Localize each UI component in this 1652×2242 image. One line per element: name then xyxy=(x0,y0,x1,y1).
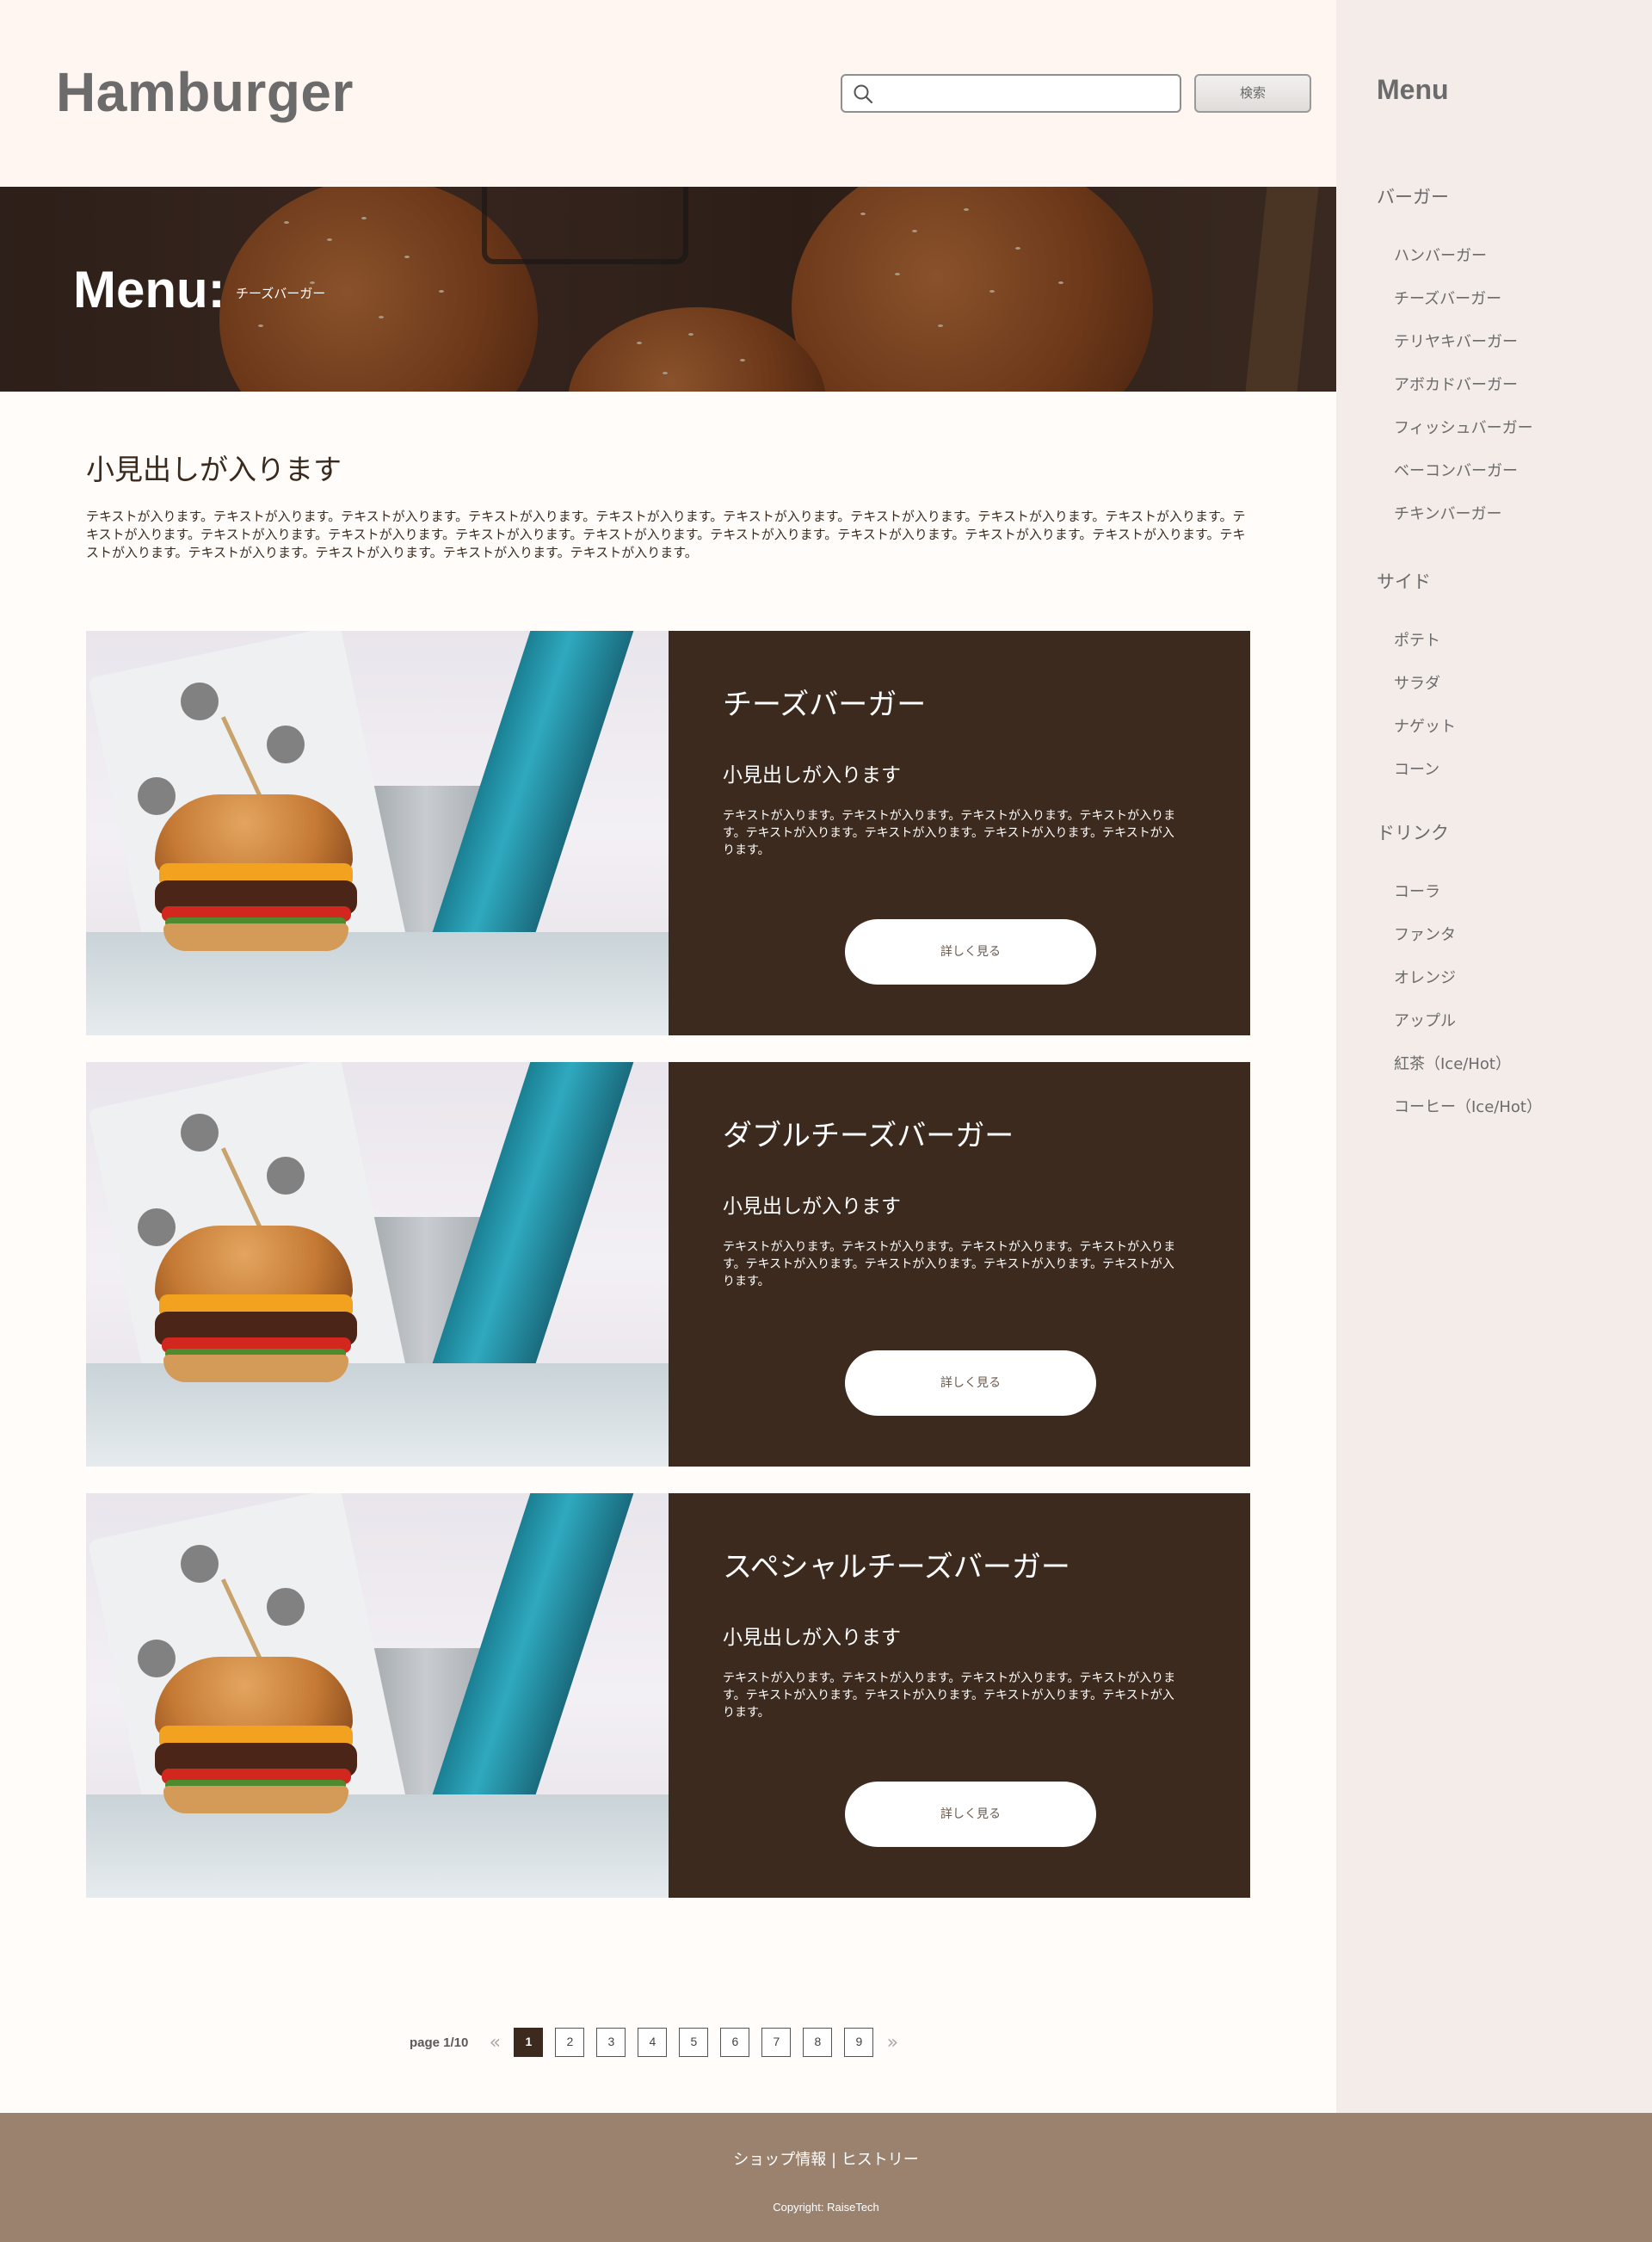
card-subheading: 小見出しが入ります xyxy=(723,1195,901,1218)
sidebar-item[interactable]: ファンタ xyxy=(1394,923,1456,945)
card-info-panel: スペシャルチーズバーガー 小見出しが入ります テキストが入ります。テキストが入り… xyxy=(669,1493,1250,1898)
sidebar-item[interactable]: コーラ xyxy=(1394,880,1440,902)
double-chevron-right-icon[interactable]: » xyxy=(879,2032,905,2054)
hero-subtitle: チーズバーガー xyxy=(236,286,326,301)
card-title: ダブルチーズバーガー xyxy=(723,1119,1014,1153)
burger-photo xyxy=(86,1493,669,1898)
hero-title: Menu: xyxy=(73,261,225,318)
page-link-1[interactable]: 1 xyxy=(514,2028,544,2057)
search-box[interactable] xyxy=(841,74,1181,113)
sidebar-item[interactable]: チーズバーガー xyxy=(1394,287,1501,309)
card-title: チーズバーガー xyxy=(723,688,927,722)
page-link-6[interactable]: 6 xyxy=(720,2028,750,2057)
site-footer xyxy=(0,2113,1652,2242)
page-link-8[interactable]: 8 xyxy=(803,2028,833,2057)
sidebar-category-burger[interactable]: バーガー xyxy=(1377,183,1449,209)
page-indicator: page 1/10 xyxy=(410,2035,469,2050)
page-link-2[interactable]: 2 xyxy=(555,2028,585,2057)
sidebar-item[interactable]: ポテト xyxy=(1394,628,1440,651)
intro-text: テキストが入ります。テキストが入ります。テキストが入ります。テキストが入ります。… xyxy=(86,509,1246,560)
burger-photo xyxy=(86,631,669,1035)
sidebar-category-drink[interactable]: ドリンク xyxy=(1377,819,1449,845)
card-text: テキストが入ります。テキストが入ります。テキストが入ります。テキストが入ります。… xyxy=(723,1671,1176,1720)
sidebar-item[interactable]: 紅茶（Ice/Hot） xyxy=(1394,1052,1511,1074)
sidebar-item[interactable]: コーン xyxy=(1394,757,1439,780)
sidebar-item[interactable]: テリヤキバーガー xyxy=(1394,330,1518,352)
double-chevron-left-icon[interactable]: « xyxy=(482,2032,508,2054)
menu-card: ダブルチーズバーガー 小見出しが入ります テキストが入ります。テキストが入ります… xyxy=(86,1062,1250,1467)
sidebar-category-side[interactable]: サイド xyxy=(1377,568,1431,594)
details-button[interactable]: 詳しく見る xyxy=(845,919,1096,985)
sidebar-item[interactable]: オレンジ xyxy=(1394,966,1456,988)
sidebar-item[interactable]: ベーコンバーガー xyxy=(1394,459,1518,481)
card-text: テキストが入ります。テキストが入ります。テキストが入ります。テキストが入ります。… xyxy=(723,809,1176,857)
burger-photo xyxy=(86,1062,669,1467)
site-logo[interactable]: Hamburger xyxy=(56,60,354,124)
menu-card: チーズバーガー 小見出しが入ります テキストが入ります。テキストが入ります。テキ… xyxy=(86,631,1250,1035)
details-button[interactable]: 詳しく見る xyxy=(845,1782,1096,1847)
sidebar-item[interactable]: フィッシュバーガー xyxy=(1394,416,1533,438)
sidebar-item[interactable]: コーヒー（Ice/Hot） xyxy=(1394,1095,1542,1117)
sidebar-item[interactable]: サラダ xyxy=(1394,671,1440,694)
sidebar-item[interactable]: ナゲット xyxy=(1394,714,1456,737)
menu-card: スペシャルチーズバーガー 小見出しが入ります テキストが入ります。テキストが入り… xyxy=(86,1493,1250,1898)
intro-heading: 小見出しが入ります xyxy=(86,453,342,486)
card-subheading: 小見出しが入ります xyxy=(723,1627,901,1649)
sidebar-item[interactable]: アップル xyxy=(1394,1009,1456,1031)
card-info-panel: チーズバーガー 小見出しが入ります テキストが入ります。テキストが入ります。テキ… xyxy=(669,631,1250,1035)
page-link-9[interactable]: 9 xyxy=(844,2028,874,2057)
card-info-panel: ダブルチーズバーガー 小見出しが入ります テキストが入ります。テキストが入ります… xyxy=(669,1062,1250,1467)
card-title: スペシャルチーズバーガー xyxy=(723,1550,1070,1584)
sidebar-item[interactable]: チキンバーガー xyxy=(1394,502,1501,524)
sidebar-item[interactable]: アボカドバーガー xyxy=(1394,373,1518,395)
page-link-3[interactable]: 3 xyxy=(596,2028,626,2057)
details-button[interactable]: 詳しく見る xyxy=(845,1350,1096,1416)
card-subheading: 小見出しが入ります xyxy=(723,764,901,787)
search-input[interactable] xyxy=(881,79,1174,108)
page-link-7[interactable]: 7 xyxy=(761,2028,792,2057)
footer-copyright: Copyright: RaiseTech xyxy=(773,2201,879,2214)
card-text: テキストが入ります。テキストが入ります。テキストが入ります。テキストが入ります。… xyxy=(723,1240,1176,1288)
search-icon xyxy=(854,84,873,104)
sidebar-title: Menu xyxy=(1377,74,1449,105)
page-link-4[interactable]: 4 xyxy=(638,2028,668,2057)
sidebar-item[interactable]: ハンバーガー xyxy=(1394,244,1487,266)
site-header: Hamburger 検索 xyxy=(0,0,1336,187)
search-button[interactable]: 検索 xyxy=(1194,74,1311,113)
page-link-5[interactable]: 5 xyxy=(679,2028,709,2057)
footer-links[interactable]: ショップ情報 | ヒストリー xyxy=(0,2147,1652,2170)
pagination: page 1/10 « 1 2 3 4 5 6 7 8 9 » xyxy=(410,2028,905,2057)
